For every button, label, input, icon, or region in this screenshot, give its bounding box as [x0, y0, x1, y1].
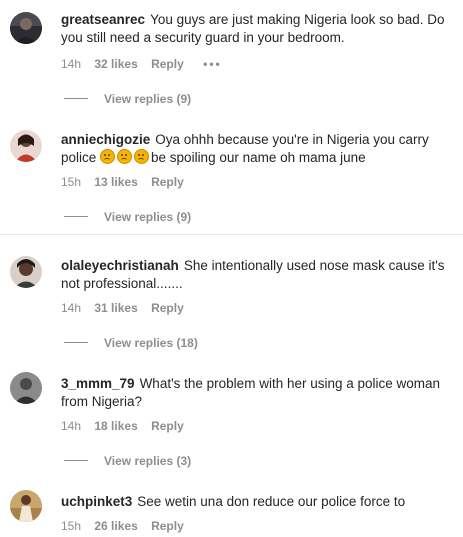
reply-button[interactable]: Reply [151, 57, 184, 71]
avatar[interactable] [10, 12, 42, 44]
view-replies-button[interactable]: View replies (9) [64, 92, 191, 106]
sad-face-emoji-icon [117, 149, 133, 164]
avatar[interactable] [10, 130, 42, 162]
replies-line [64, 342, 88, 343]
comment-text: olaleyechristianah She intentionally used… [61, 257, 457, 293]
username[interactable]: olaleyechristianah [61, 258, 179, 273]
reply-button[interactable]: Reply [151, 519, 184, 533]
avatar-image [10, 372, 42, 404]
comment-meta: 14h 31 likes Reply [61, 301, 194, 315]
reply-button[interactable]: Reply [151, 175, 184, 189]
username[interactable]: uchpinket3 [61, 494, 132, 509]
username[interactable]: anniechigozie [61, 132, 150, 147]
timestamp[interactable]: 14h [61, 419, 81, 433]
timestamp[interactable]: 14h [61, 57, 81, 71]
username[interactable]: greatseanrec [61, 12, 145, 27]
comment-meta: 15h 13 likes Reply [61, 175, 194, 189]
comment-text: greatseanrec You guys are just making Nig… [61, 11, 457, 47]
likes-count[interactable]: 32 likes [94, 57, 137, 71]
likes-count[interactable]: 31 likes [94, 301, 137, 315]
view-replies-button[interactable]: View replies (9) [64, 210, 191, 224]
comment-meta: 14h 32 likes Reply ••• [61, 57, 232, 71]
avatar[interactable] [10, 490, 42, 522]
view-replies-label: View replies (18) [104, 336, 198, 350]
sad-face-emoji-icon [100, 149, 116, 164]
replies-line [64, 216, 88, 217]
avatar-image [10, 256, 42, 288]
likes-count[interactable]: 26 likes [94, 519, 137, 533]
comment-body-end: be spoiling our name oh mama june [151, 150, 366, 165]
timestamp[interactable]: 15h [61, 519, 81, 533]
view-replies-label: View replies (9) [104, 92, 192, 106]
view-replies-label: View replies (3) [104, 454, 192, 468]
reply-button[interactable]: Reply [151, 419, 184, 433]
sad-face-emoji-icon [134, 149, 150, 164]
avatar-image [10, 12, 42, 44]
replies-line [64, 98, 88, 99]
timestamp[interactable]: 15h [61, 175, 81, 189]
divider [0, 234, 463, 235]
comment-text: 3_mmm_79 What's the problem with her usin… [61, 375, 457, 411]
avatar-image [10, 490, 42, 522]
view-replies-button[interactable]: View replies (18) [64, 336, 198, 350]
comment-body: See wetin una don reduce our police forc… [137, 494, 406, 509]
likes-count[interactable]: 18 likes [94, 419, 137, 433]
avatar[interactable] [10, 256, 42, 288]
view-replies-button[interactable]: View replies (3) [64, 454, 191, 468]
comment-text: anniechigozie Oya ohhh because you're in … [61, 131, 457, 167]
timestamp[interactable]: 14h [61, 301, 81, 315]
comment-text: uchpinket3 See wetin una don reduce our p… [61, 493, 457, 511]
reply-button[interactable]: Reply [151, 301, 184, 315]
replies-line [64, 460, 88, 461]
avatar[interactable] [10, 372, 42, 404]
comment-meta: 14h 18 likes Reply [61, 419, 194, 433]
comment-meta: 15h 26 likes Reply [61, 519, 194, 533]
more-options-icon[interactable]: ••• [203, 57, 222, 71]
likes-count[interactable]: 13 likes [94, 175, 137, 189]
view-replies-label: View replies (9) [104, 210, 192, 224]
avatar-image [10, 130, 42, 162]
username[interactable]: 3_mmm_79 [61, 376, 135, 391]
